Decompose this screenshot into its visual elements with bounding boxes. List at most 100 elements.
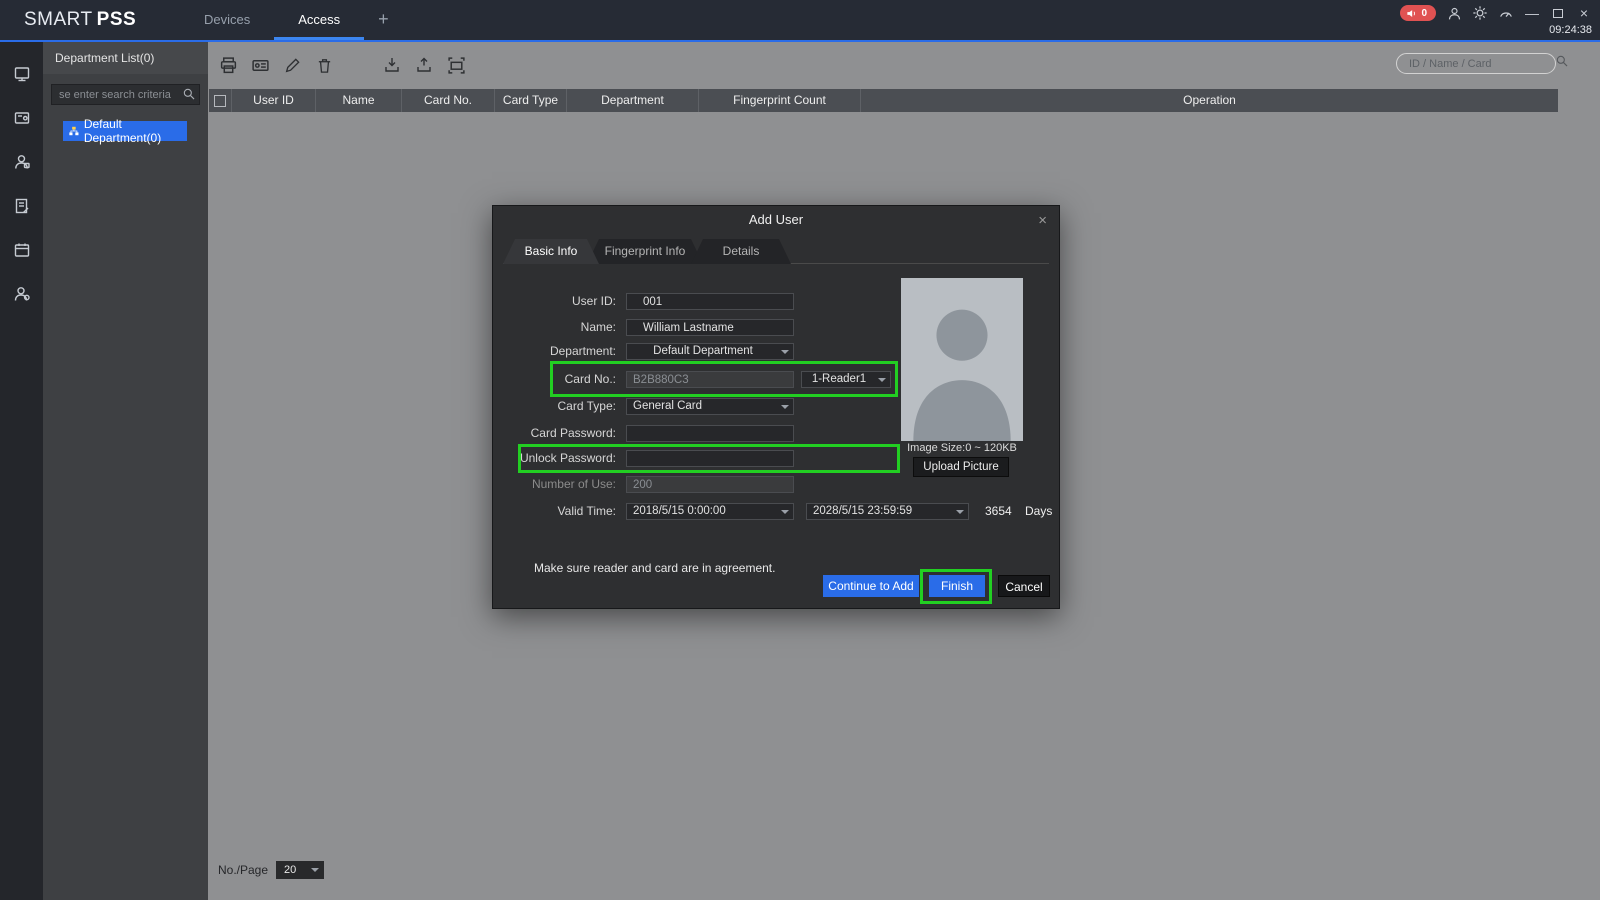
continue-to-add-button[interactable]: Continue to Add (823, 575, 919, 597)
app-logo: SMART PSS (24, 0, 136, 40)
chevron-down-icon (311, 868, 320, 872)
import-users-icon[interactable] (380, 54, 404, 76)
logo-smart: SMART (24, 9, 93, 30)
user-search-input[interactable] (1397, 57, 1555, 70)
person-silhouette-icon (901, 278, 1023, 441)
batch-issue-card-icon[interactable] (444, 54, 468, 76)
valid-days-value: 3654 (985, 504, 1012, 518)
valid-time-start-select[interactable]: 2018/5/15 0:00:00 (626, 503, 794, 520)
rail-schedule-icon[interactable] (0, 228, 43, 272)
department-search (51, 84, 200, 105)
dialog-tabs: Basic Info Fingerprint Info Details (503, 239, 1049, 264)
chevron-down-icon (956, 510, 964, 514)
card-type-select[interactable]: General Card (626, 398, 794, 415)
dialog-title: Add User (748, 212, 804, 227)
pagination-bar: No./Page 20 (208, 856, 1600, 884)
card-password-label: Card Password: (530, 426, 616, 440)
tab-fingerprint-info[interactable]: Fingerprint Info (587, 239, 703, 264)
chevron-down-icon (781, 405, 789, 409)
tab-basic-info[interactable]: Basic Info (503, 239, 599, 264)
select-all-checkbox[interactable] (214, 94, 226, 107)
user-account-icon[interactable] (1446, 5, 1462, 21)
card-no-input[interactable] (626, 371, 794, 388)
unlock-password-label: Unlock Password: (519, 451, 616, 465)
department-select[interactable]: Default Department (626, 343, 794, 360)
settings-gear-icon[interactable] (1472, 5, 1488, 21)
name-label: Name: (580, 320, 616, 334)
chevron-down-icon (878, 378, 886, 382)
page-size-select[interactable]: 20 (276, 861, 325, 879)
rail-console-icon[interactable] (0, 52, 43, 96)
user-toolbar (208, 42, 1600, 88)
tab-devices[interactable]: Devices (180, 0, 274, 40)
rail-user-icon[interactable] (0, 140, 43, 184)
number-of-use-input[interactable] (626, 476, 794, 493)
user-id-input[interactable] (626, 293, 794, 310)
card-type-label: Card Type: (557, 399, 616, 413)
name-input[interactable] (626, 319, 794, 336)
col-operation[interactable]: Operation (861, 89, 1558, 112)
upload-picture-button[interactable]: Upload Picture (913, 457, 1009, 477)
finish-button[interactable]: Finish (929, 575, 985, 597)
maximize-icon (1553, 8, 1563, 18)
field-number-of-use: Number of Use: (493, 476, 1059, 493)
page-size-value: 20 (284, 864, 297, 876)
minimize-button[interactable]: — (1524, 5, 1540, 21)
maximize-button[interactable] (1550, 5, 1566, 21)
cancel-button[interactable]: Cancel (998, 575, 1050, 597)
print-icon[interactable] (216, 54, 240, 76)
chevron-down-icon (781, 350, 789, 354)
col-name[interactable]: Name (316, 89, 402, 112)
dashboard-gauge-icon[interactable] (1498, 5, 1514, 21)
department-item-default[interactable]: Default Department(0) (63, 117, 187, 145)
col-card-type[interactable]: Card Type (495, 89, 567, 112)
department-item-label: Default Department(0) (83, 117, 162, 145)
search-icon (1555, 54, 1569, 73)
close-button[interactable]: × (1576, 5, 1592, 21)
tab-access[interactable]: Access (274, 0, 365, 40)
add-user-dialog: Add User × Basic Info Fingerprint Info D… (492, 205, 1060, 609)
edit-pencil-icon[interactable] (280, 54, 304, 76)
page-size-label: No./Page (218, 863, 269, 877)
user-photo-placeholder (901, 278, 1023, 441)
unlock-password-input[interactable] (626, 450, 794, 467)
image-size-hint: Image Size:0 ~ 120KB (907, 442, 1017, 454)
add-card-icon[interactable] (248, 54, 272, 76)
valid-time-start-value: 2018/5/15 0:00:00 (633, 505, 726, 517)
reader-select[interactable]: 1-Reader1 (801, 371, 891, 388)
dialog-close-icon[interactable]: × (1038, 212, 1047, 229)
col-user-id[interactable]: User ID (232, 89, 316, 112)
reader-agreement-note: Make sure reader and card are in agreeme… (534, 561, 776, 575)
number-of-use-label: Number of Use: (531, 477, 616, 491)
delete-trash-icon[interactable] (312, 54, 336, 76)
rail-account-icon[interactable] (0, 272, 43, 316)
search-icon (182, 87, 196, 106)
tab-details[interactable]: Details (691, 239, 791, 264)
card-password-input[interactable] (626, 425, 794, 442)
col-fingerprint-count[interactable]: Fingerprint Count (699, 89, 861, 112)
valid-time-label: Valid Time: (557, 504, 616, 518)
speaker-icon (1407, 9, 1416, 17)
col-department[interactable]: Department (567, 89, 699, 112)
main-tabs: Devices Access + (180, 0, 403, 40)
department-list-header: Department List(0) (43, 42, 208, 74)
module-rail (0, 42, 43, 900)
clock-time: 09:24:38 (1549, 24, 1592, 36)
export-users-icon[interactable] (412, 54, 436, 76)
valid-time-end-value: 2028/5/15 23:59:59 (813, 505, 913, 517)
card-type-value: General Card (633, 400, 703, 412)
alarm-count: 0 (1421, 7, 1427, 19)
alarm-badge[interactable]: 0 (1400, 5, 1436, 21)
rail-device-icon[interactable] (0, 96, 43, 140)
add-tab-button[interactable]: + (364, 0, 403, 40)
user-search (1396, 53, 1568, 74)
chevron-down-icon (781, 510, 789, 514)
valid-time-end-select[interactable]: 2028/5/15 23:59:59 (806, 503, 969, 520)
titlebar: SMART PSS Devices Access + 0 — × 09:24:3… (0, 0, 1600, 42)
col-card-no[interactable]: Card No. (402, 89, 495, 112)
logo-pss: PSS (96, 9, 137, 30)
user-id-label: User ID: (571, 294, 616, 308)
titlebar-controls: 0 — × (1400, 4, 1592, 22)
rail-log-icon[interactable] (0, 184, 43, 228)
department-search-input[interactable] (51, 84, 200, 105)
